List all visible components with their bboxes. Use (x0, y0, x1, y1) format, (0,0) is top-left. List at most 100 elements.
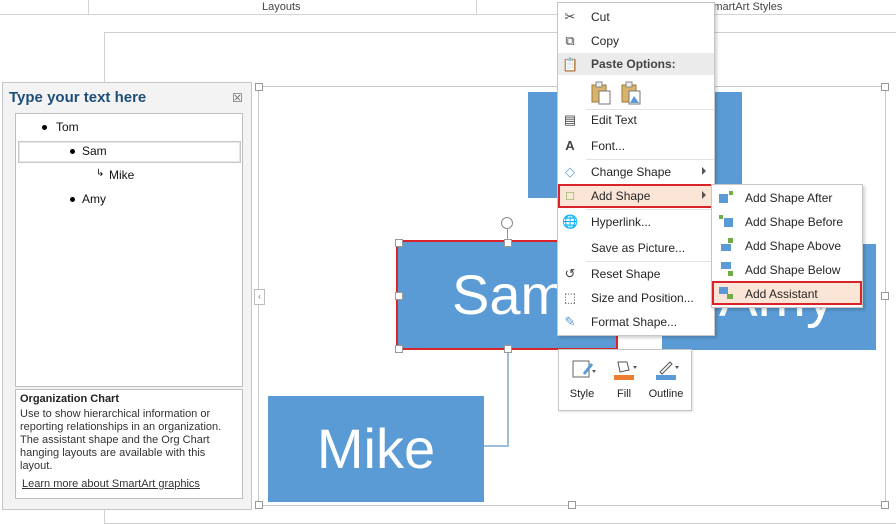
add-shape-submenu: Add Shape After Add Shape Before Add Sha… (711, 184, 863, 308)
style-button[interactable]: Style (561, 354, 603, 406)
font-icon: A (565, 138, 575, 153)
add-shape-before-icon (719, 215, 733, 227)
add-shape-after-icon (719, 191, 733, 203)
menu-item-label: Reset Shape (591, 267, 661, 281)
menu-header-label: Paste Options: (591, 57, 676, 71)
menu-item-label: Size and Position... (591, 291, 694, 305)
text-pane-list[interactable]: Tom Sam ↳ Mike Amy (15, 113, 243, 387)
resize-handle[interactable] (395, 239, 403, 247)
menu-item-label: Font... (591, 139, 626, 153)
context-menu: ✂ Cut ⧉ Copy 📋 Paste Options: ▤ Edit Tex… (557, 2, 715, 336)
menu-item-format-shape[interactable]: ✎ Format Shape... (558, 310, 714, 334)
list-item-amy[interactable]: Amy (82, 192, 106, 206)
menu-item-label: Add Shape (591, 189, 651, 203)
list-item-sam[interactable]: Sam (82, 144, 107, 158)
scissors-icon: ✂ (564, 9, 576, 24)
add-shape-icon: □ (566, 188, 574, 203)
paste-keep-formatting-icon[interactable] (590, 81, 612, 105)
resize-handle[interactable] (504, 239, 512, 247)
menu-item-label: Save as Picture... (591, 241, 686, 255)
layout-title: Organization Chart (20, 393, 120, 405)
menu-item-copy[interactable]: ⧉ Copy (558, 29, 714, 53)
menu-item-label: Format Shape... (591, 315, 678, 329)
menu-item-label: Change Shape (591, 165, 672, 179)
outline-label: Outline (648, 388, 684, 400)
resize-handle[interactable] (881, 501, 889, 509)
outline-button[interactable]: Outline (645, 354, 687, 406)
submenu-item-add-shape-above[interactable]: Add Shape Above (712, 233, 862, 257)
submenu-item-label: Add Assistant (745, 287, 818, 301)
save-picture-icon (562, 240, 578, 256)
connector-line (507, 348, 509, 446)
submenu-item-add-shape-below[interactable]: Add Shape Below (712, 257, 862, 281)
menu-header-paste-options: 📋 Paste Options: (558, 53, 714, 75)
layouts-group-label: Layouts (262, 1, 301, 13)
edit-text-icon: ▤ (563, 112, 577, 127)
resize-handle[interactable] (881, 83, 889, 91)
resize-handle[interactable] (568, 501, 576, 509)
list-item-mike[interactable]: Mike (109, 168, 134, 182)
resize-handle[interactable] (255, 83, 263, 91)
size-position-icon: ⬚ (563, 290, 577, 305)
menu-item-font[interactable]: A Font... (558, 134, 714, 158)
smartart-styles-group-label: SmartArt Styles (706, 1, 783, 13)
menu-item-edit-text[interactable]: ▤ Edit Text (558, 108, 714, 132)
submenu-item-add-shape-before[interactable]: Add Shape Before (712, 209, 862, 233)
selected-row (18, 141, 241, 163)
submenu-arrow-icon (702, 167, 706, 175)
menu-item-label: Hyperlink... (591, 215, 652, 229)
layout-description: Organization Chart Use to show hierarchi… (15, 389, 243, 499)
layout-description-text: Use to show hierarchical information or … (20, 408, 222, 472)
menu-item-size-and-position[interactable]: ⬚ Size and Position... (558, 286, 714, 310)
add-shape-below-icon (721, 262, 733, 276)
menu-item-add-shape[interactable]: □ Add Shape (558, 184, 714, 208)
change-shape-icon: ◇ (565, 164, 575, 179)
mini-toolbar: Style Fill Outline (558, 349, 692, 411)
paste-picture-icon[interactable] (620, 81, 642, 105)
connector-line (484, 445, 509, 447)
ribbon-group-bar: Layouts SmartArt Styles (0, 0, 896, 15)
fill-button[interactable]: Fill (603, 354, 645, 406)
resize-handle[interactable] (504, 345, 512, 353)
text-pane-title: Type your text here (9, 89, 147, 106)
resize-handle[interactable] (395, 292, 403, 300)
bullet-icon (42, 125, 47, 130)
fill-bucket-icon (614, 361, 637, 380)
submenu-item-label: Add Shape After (745, 191, 833, 205)
submenu-item-add-shape-after[interactable]: Add Shape After (712, 185, 862, 209)
submenu-item-label: Add Shape Above (745, 239, 842, 253)
style-icon (572, 360, 596, 378)
resize-handle[interactable] (395, 345, 403, 353)
sub-arrow-icon: ↳ (96, 168, 105, 179)
submenu-item-add-assistant[interactable]: Add Assistant (712, 281, 862, 305)
reset-shape-icon: ↺ (564, 266, 576, 281)
rotate-handle-icon[interactable] (501, 217, 513, 229)
list-item-tom[interactable]: Tom (56, 120, 79, 134)
submenu-arrow-icon (702, 191, 706, 199)
menu-item-reset-shape[interactable]: ↺ Reset Shape (558, 262, 714, 286)
resize-handle[interactable] (255, 501, 263, 509)
fill-label: Fill (616, 388, 632, 400)
resize-handle[interactable] (881, 292, 889, 300)
menu-item-label: Edit Text (591, 113, 637, 127)
format-shape-icon: ✎ (564, 314, 576, 329)
hyperlink-icon: 🌐 (562, 214, 579, 229)
menu-item-hyperlink[interactable]: 🌐 Hyperlink... (558, 210, 714, 234)
copy-icon: ⧉ (565, 33, 575, 48)
learn-more-link[interactable]: Learn more about SmartArt graphics (22, 478, 200, 490)
menu-item-change-shape[interactable]: ◇ Change Shape (558, 160, 714, 184)
ribbon-separator (88, 0, 89, 14)
outline-pen-icon (656, 361, 679, 380)
bullet-icon (70, 197, 75, 202)
menu-item-save-as-picture[interactable]: Save as Picture... (558, 236, 714, 260)
add-assistant-icon (719, 287, 733, 299)
shape-sam-text: Sam (452, 263, 568, 326)
menu-item-cut[interactable]: ✂ Cut (558, 5, 714, 29)
close-icon[interactable]: ☒ (232, 91, 243, 105)
text-pane-toggle-icon[interactable]: ‹ (254, 289, 265, 305)
shape-mike[interactable]: Mike (268, 396, 484, 502)
text-pane: Type your text here ☒ Tom Sam ↳ Mike Amy… (2, 82, 252, 510)
paste-icon: 📋 (562, 57, 579, 72)
menu-item-label: Cut (591, 10, 610, 24)
menu-item-label: Copy (591, 34, 620, 48)
